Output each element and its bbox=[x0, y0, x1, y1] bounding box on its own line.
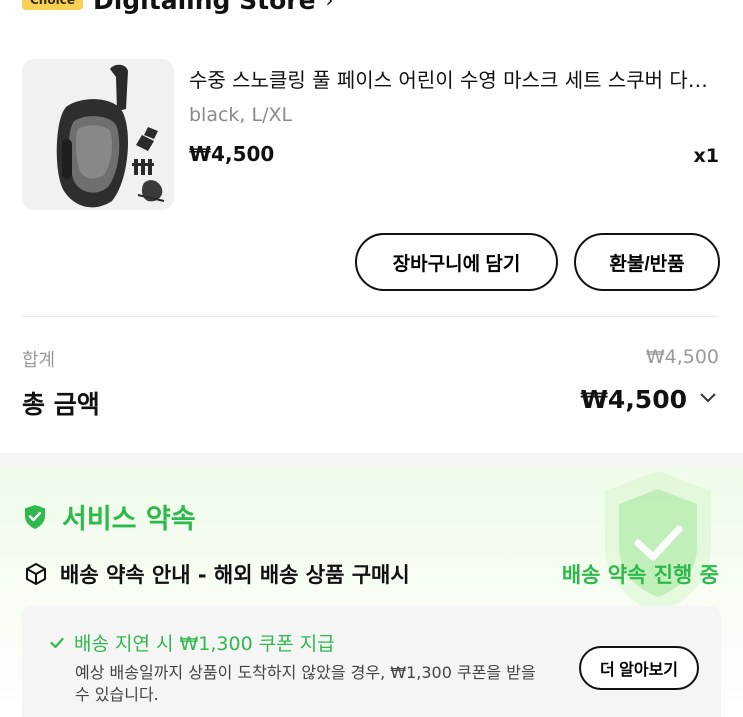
subtotal-label: 합계 bbox=[22, 350, 56, 371]
delivery-status: 배송 약속 진행 중 bbox=[561, 563, 719, 587]
chevron-right-icon: › bbox=[325, 0, 334, 12]
service-title: 서비스 약속 bbox=[24, 497, 196, 536]
divider bbox=[22, 316, 719, 317]
delivery-promise-row[interactable]: 배송 약속 안내 - 해외 배송 상품 구매시 배송 약속 진행 중 bbox=[24, 557, 719, 591]
snorkel-mask-icon bbox=[22, 59, 174, 210]
promise-description: 예상 배송일까지 상품이 도착하지 않았을 경우, ₩1,300 쿠폰을 받을 … bbox=[75, 663, 536, 704]
promise-headline: 배송 지연 시 ₩1,300 쿠폰 지급 bbox=[50, 629, 335, 656]
store-name[interactable]: Digitaling Store bbox=[93, 0, 316, 15]
promise-card: 배송 지연 시 ₩1,300 쿠폰 지급 예상 배송일까지 상품이 도착하지 않… bbox=[22, 606, 721, 717]
check-icon bbox=[50, 637, 64, 648]
total-label: 총 금액 bbox=[22, 390, 100, 419]
box-icon bbox=[26, 563, 46, 585]
service-promise-panel: 서비스 약속 배송 약속 안내 - 해외 배송 상품 구매시 배송 약속 진행 … bbox=[0, 467, 743, 717]
product-image[interactable] bbox=[22, 59, 174, 210]
learn-more-button[interactable]: 더 알아보기 bbox=[579, 646, 699, 690]
product-quantity: x1 bbox=[693, 145, 719, 167]
product-title[interactable]: 수중 스노클링 풀 페이스 어린이 수영 마스크 세트 스쿠버 다이빙 호흡 마… bbox=[189, 64, 719, 93]
refund-return-button[interactable]: 환불/반품 bbox=[574, 233, 720, 291]
section-divider bbox=[0, 453, 743, 467]
total-value[interactable]: ₩4,500 bbox=[580, 385, 687, 414]
subtotal-value: ₩4,500 bbox=[645, 346, 719, 368]
chevron-down-icon[interactable] bbox=[699, 392, 717, 404]
shield-check-icon bbox=[25, 504, 45, 529]
shield-decoration-icon bbox=[605, 471, 711, 613]
promise-headline-text: 배송 지연 시 ₩1,300 쿠폰 지급 bbox=[74, 633, 335, 655]
store-header[interactable]: Choice Digitaling Store › bbox=[22, 0, 334, 16]
choice-badge: Choice bbox=[22, 0, 83, 10]
delivery-promise-text: 배송 약속 안내 - 해외 배송 상품 구매시 bbox=[60, 563, 410, 587]
product-variant: black, L/XL bbox=[189, 104, 293, 126]
add-to-cart-button[interactable]: 장바구니에 담기 bbox=[355, 233, 558, 291]
service-title-text: 서비스 약속 bbox=[62, 504, 196, 535]
product-price: ₩4,500 bbox=[189, 142, 275, 166]
